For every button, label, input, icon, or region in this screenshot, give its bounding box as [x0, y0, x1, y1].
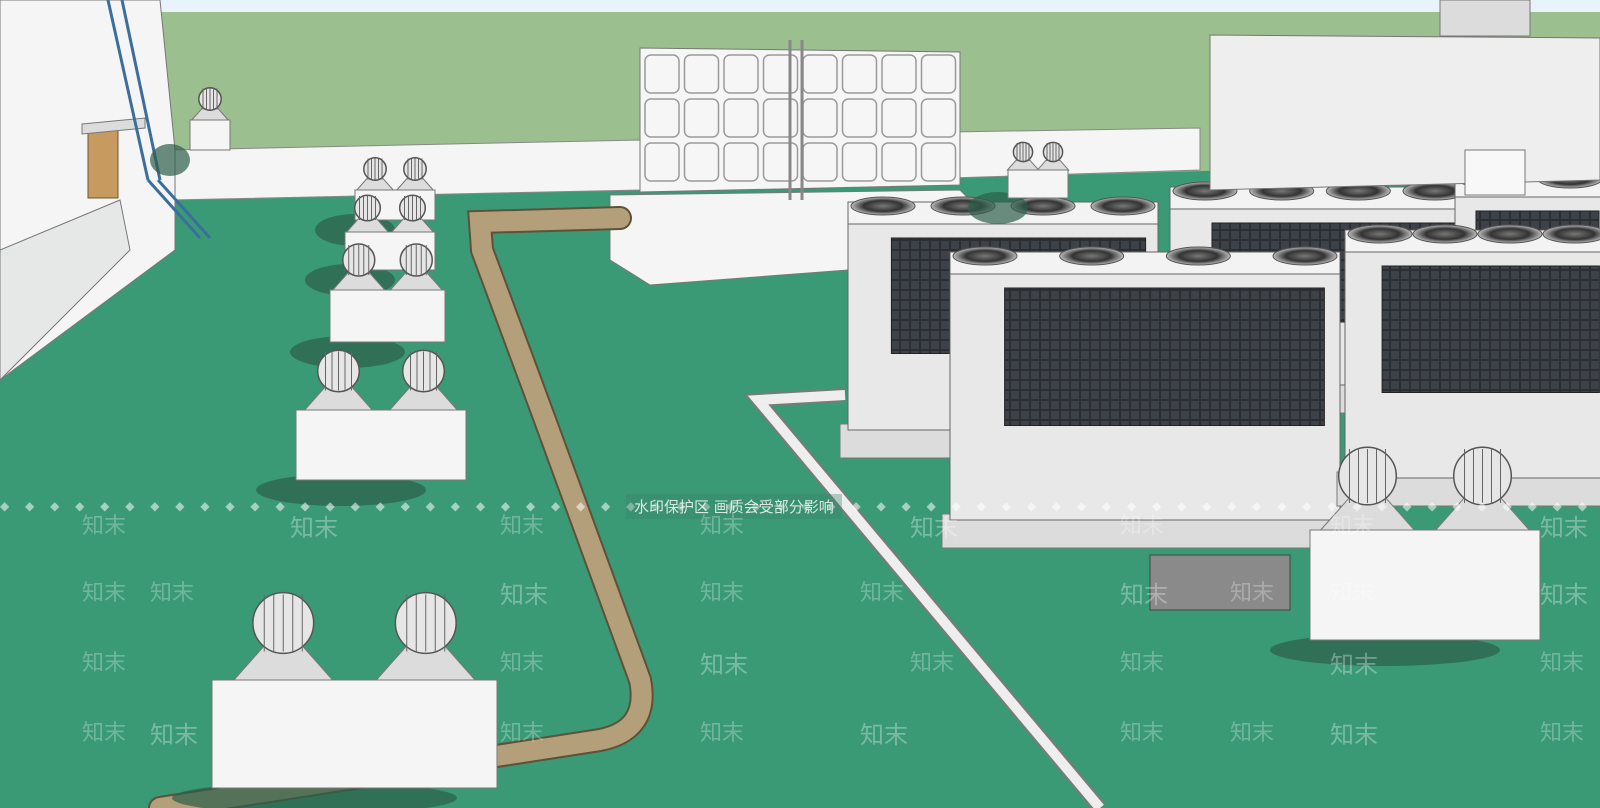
- rooftop-scene: ◆ ◆ ◆ ◆ ◆ ◆ ◆ ◆ ◆ ◆ ◆ ◆ ◆ ◆ ◆ ◆ ◆ ◆ ◆ ◆ …: [0, 0, 1600, 808]
- duct-box: [1149, 554, 1291, 611]
- rooftop-illustration: [0, 0, 1600, 808]
- watermark-notice: 水印保护区 画质会受部分影响: [626, 494, 842, 519]
- parapet-back-right: [949, 127, 1201, 179]
- watermark-band: ◆ ◆ ◆ ◆ ◆ ◆ ◆ ◆ ◆ ◆ ◆ ◆ ◆ ◆ ◆ ◆ ◆ ◆ ◆ ◆ …: [0, 494, 1600, 519]
- sky: [0, 0, 1600, 14]
